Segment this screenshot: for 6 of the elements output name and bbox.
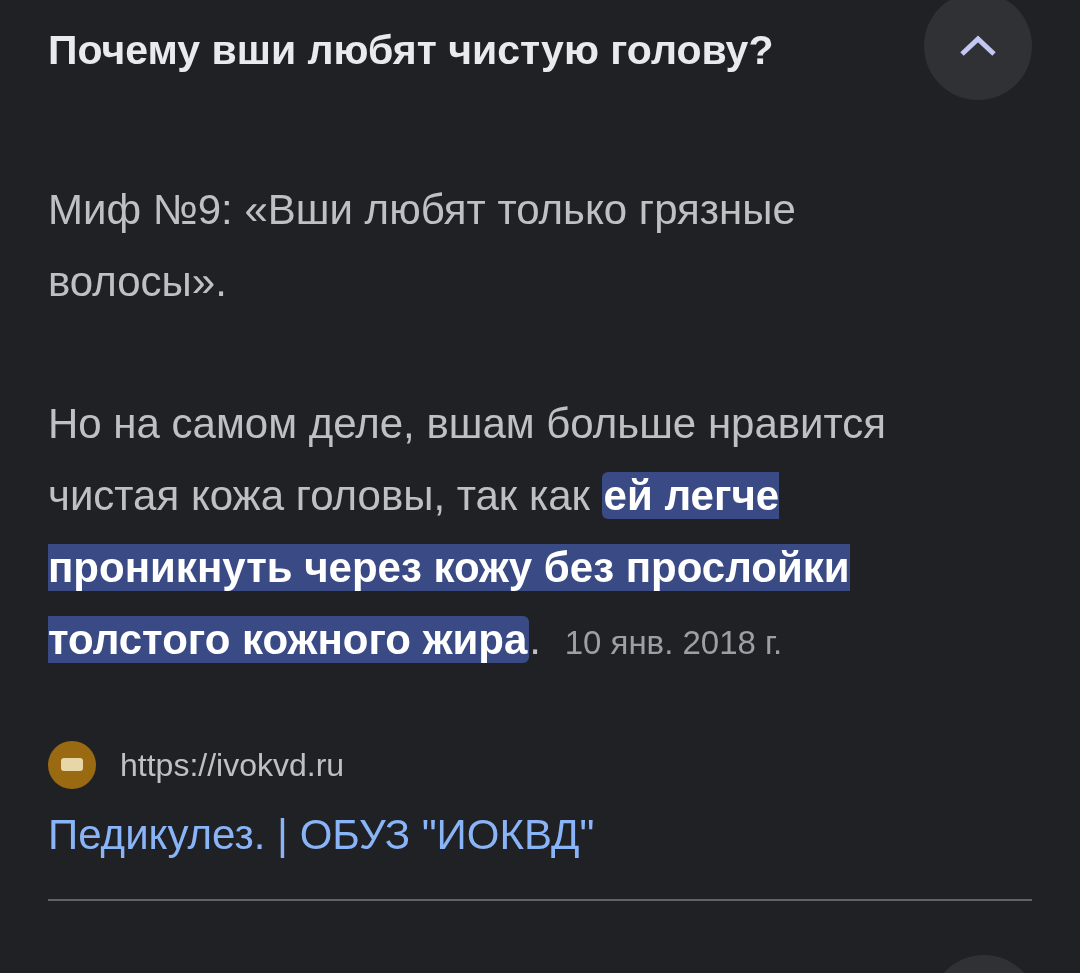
site-favicon-icon <box>48 741 96 789</box>
question-title: Почему вши любят чистую голову? <box>48 26 774 74</box>
source-url: https://ivokvd.ru <box>120 746 345 784</box>
chevron-icon <box>958 34 998 58</box>
answer-paragraph: Миф №9: «Вши любят только грязные волосы». <box>48 185 797 307</box>
source-link[interactable]: Педикулез. | ОБУЗ "ИОКВД" <box>48 811 595 859</box>
